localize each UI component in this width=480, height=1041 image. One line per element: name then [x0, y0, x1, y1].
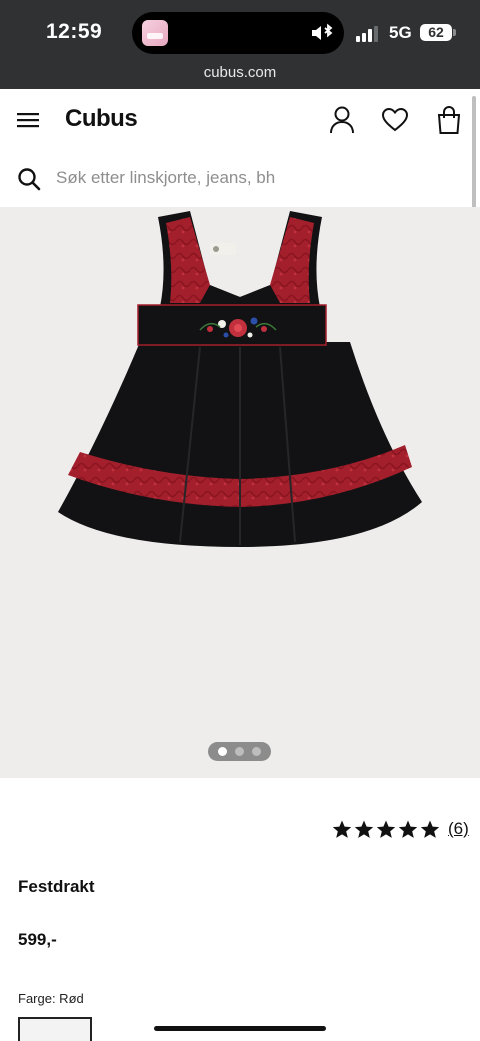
dynamic-island	[132, 12, 344, 54]
menu-icon[interactable]	[17, 111, 39, 129]
star-icon	[376, 820, 396, 838]
bluetooth-speaker-icon	[312, 23, 333, 40]
color-label: Farge: Rød	[18, 991, 84, 1006]
clock: 12:59	[46, 20, 103, 43]
home-indicator[interactable]	[154, 1026, 326, 1031]
network-type: 5G	[389, 23, 412, 42]
heart-icon[interactable]	[382, 108, 408, 132]
carousel-indicator[interactable]	[208, 742, 271, 761]
product-image-gallery[interactable]	[0, 207, 480, 778]
color-swatch-selected[interactable]	[18, 1017, 92, 1041]
shopping-bag-icon[interactable]	[437, 106, 461, 134]
user-icon[interactable]	[329, 106, 355, 134]
battery-tip	[453, 29, 456, 36]
product-rating[interactable]: (6)	[332, 818, 469, 840]
search-icon[interactable]	[17, 167, 41, 191]
star-icon	[420, 820, 440, 838]
product-title: Festdrakt	[18, 877, 95, 896]
media-thumbnail	[142, 20, 168, 46]
status-bar: 12:59 5G 62 cubus.com	[0, 0, 480, 89]
product-image	[58, 211, 422, 547]
star-icon	[398, 820, 418, 838]
site-header: Cubus	[0, 89, 480, 151]
carousel-dot-1[interactable]	[218, 747, 227, 756]
star-rating	[332, 820, 440, 839]
carousel-dot-2[interactable]	[235, 747, 244, 756]
page-scrollbar[interactable]	[472, 96, 476, 212]
search-bar	[0, 151, 480, 207]
cellular-signal-icon	[356, 26, 378, 42]
address-bar-url[interactable]: cubus.com	[0, 64, 480, 81]
carousel-dot-3[interactable]	[252, 747, 261, 756]
review-count-link[interactable]: (6)	[448, 819, 469, 839]
star-icon	[332, 820, 352, 838]
brand-logo[interactable]: Cubus	[65, 105, 138, 133]
battery-icon: 62	[420, 24, 452, 41]
star-icon	[354, 820, 374, 838]
search-input[interactable]	[56, 168, 456, 188]
product-price: 599,-	[18, 930, 57, 949]
